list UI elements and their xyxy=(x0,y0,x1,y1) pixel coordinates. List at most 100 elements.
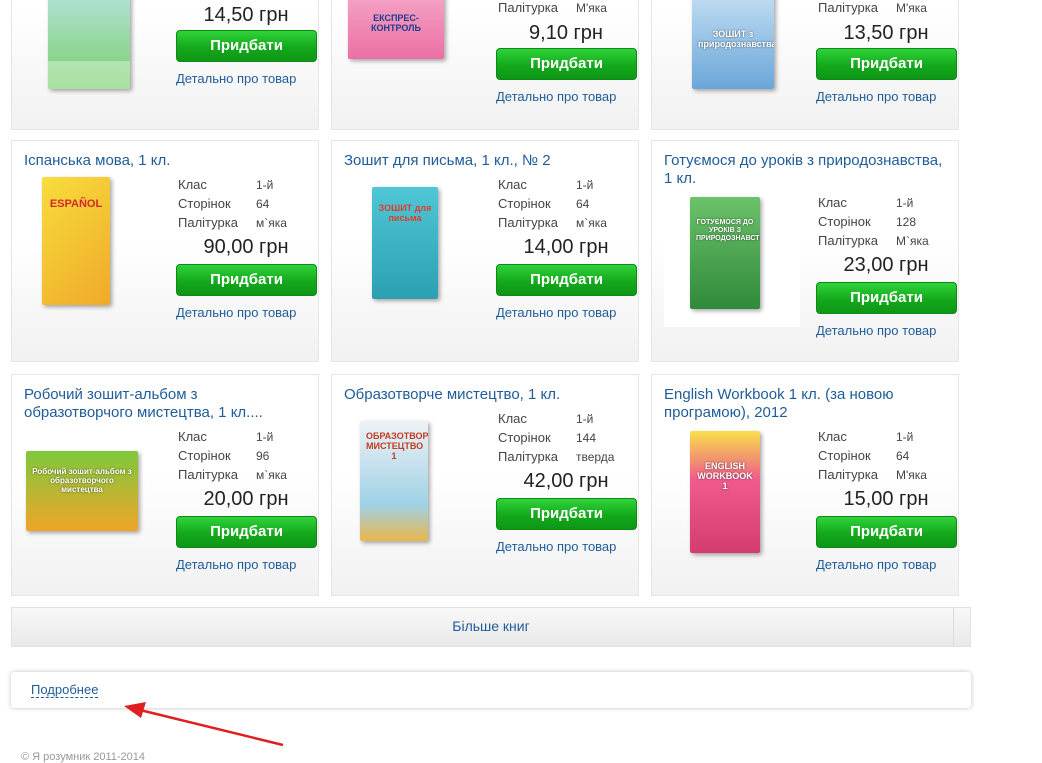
product-card: Робочий зошит-альбом з образотворчого ми… xyxy=(11,374,319,596)
spec-label: Сторінок xyxy=(498,430,551,445)
buy-button[interactable]: Придбати xyxy=(176,516,317,548)
more-books-label: Більше книг xyxy=(452,618,530,634)
buy-button[interactable]: Придбати xyxy=(816,282,957,314)
spec-label: Палітурка xyxy=(818,0,878,15)
product-card: Зошит для письма, 1 кл., № 2 ЗОШИТ для п… xyxy=(331,140,639,362)
product-card: ЗОШИТ з природознавства Палітурка М'яка 1… xyxy=(651,0,959,130)
product-specs: Клас 1-й Сторінок 128 Палітурка М`яка xyxy=(818,193,929,250)
spec-label: Палітурка xyxy=(818,233,878,248)
buy-button[interactable]: Придбати xyxy=(496,498,637,530)
book-cover-image[interactable]: ОБРАЗОТВОРЧЕ МИСТЕЦТВО 1 xyxy=(360,421,428,541)
spec-value: 96 xyxy=(256,449,270,463)
product-specs: Клас 1-й Сторінок 144 Палітурка тверда xyxy=(498,409,614,466)
spec-label: Клас xyxy=(498,177,527,192)
spec-label: Палітурка xyxy=(178,215,238,230)
product-card: Образотворче мистецтво, 1 кл. ОБРАЗОТВОР… xyxy=(331,374,639,596)
spec-value: 1-й xyxy=(576,412,594,426)
book-cover-image[interactable]: ENGLISH WORKBOOK 1 xyxy=(690,431,760,553)
product-specs: Палітурка М'яка xyxy=(498,0,607,17)
product-specs: Клас 1-й Сторінок 64 Палітурка М'яка xyxy=(818,427,927,484)
cover-text: ЗОШИТ з природознавства xyxy=(698,29,774,49)
product-details-link[interactable]: Детально про товар xyxy=(176,305,296,320)
spec-value: М'яка xyxy=(896,468,927,482)
spec-label: Сторінок xyxy=(818,214,871,229)
spec-value: 64 xyxy=(256,197,270,211)
spec-label: Сторінок xyxy=(178,448,231,463)
spec-value: 1-й xyxy=(576,178,594,192)
spec-value: 64 xyxy=(576,197,590,211)
book-cover-image[interactable]: ЗОШИТ для письма xyxy=(372,187,438,299)
book-cover-image[interactable]: ЗОШИТ з природознавства xyxy=(692,0,774,89)
spec-label: Клас xyxy=(498,411,527,426)
product-specs: Палітурка М'яка xyxy=(818,0,927,17)
product-details-link[interactable]: Детально про товар xyxy=(816,557,936,572)
product-details-link[interactable]: Детально про товар xyxy=(496,305,616,320)
cover-text: Робочий зошит-альбом з образотворчого ми… xyxy=(32,467,132,494)
spec-label: Палітурка xyxy=(498,215,558,230)
spec-label: Клас xyxy=(818,195,847,210)
product-title[interactable]: Іспанська мова, 1 кл. xyxy=(24,152,304,170)
cover-text: ОБРАЗОТВОРЧЕ МИСТЕЦТВО 1 xyxy=(366,431,428,461)
spec-value: м`яка xyxy=(256,468,287,482)
spec-value: м`яка xyxy=(256,216,287,230)
product-card: English Workbook 1 кл. (за новою програм… xyxy=(651,374,959,596)
spec-value: м`яка xyxy=(576,216,607,230)
spec-label: Сторінок xyxy=(818,448,871,463)
buy-button[interactable]: Придбати xyxy=(496,48,637,80)
spec-value: 128 xyxy=(896,215,917,229)
cover-text: ESPAÑOL xyxy=(49,198,103,210)
product-details-link[interactable]: Детально про товар xyxy=(176,557,296,572)
spec-value: 1-й xyxy=(256,430,274,444)
product-details-link[interactable]: Детально про товар xyxy=(176,71,296,86)
spec-value: 1-й xyxy=(896,196,914,210)
product-card: Готуємося до уроків з природознавства, 1… xyxy=(651,140,959,362)
spec-value: 1-й xyxy=(256,178,274,192)
book-cover-image[interactable]: ESPAÑOL xyxy=(42,177,110,305)
spec-value: М'яка xyxy=(896,1,927,15)
spec-label: Клас xyxy=(818,429,847,444)
product-title[interactable]: Робочий зошит-альбом з образотворчого ми… xyxy=(24,386,304,422)
product-price: 90,00 грн xyxy=(203,236,289,258)
book-cover-image[interactable] xyxy=(48,0,130,89)
buy-button[interactable]: Придбати xyxy=(496,264,637,296)
buy-button[interactable]: Придбати xyxy=(176,30,317,62)
footer-copyright: © Я розумник 2011-2014 xyxy=(21,751,146,763)
spec-value: М`яка xyxy=(896,234,929,248)
product-details-link[interactable]: Детально про товар xyxy=(496,89,616,104)
product-price: 23,00 грн xyxy=(843,254,929,276)
cover-text: ГОТУЄМОСЯ ДО УРОКІВ З ПРИРОДОЗНАВСТВА xyxy=(696,219,760,242)
product-details-link[interactable]: Детально про товар xyxy=(816,323,936,338)
product-details-link[interactable]: Детально про товар xyxy=(496,539,616,554)
buy-button[interactable]: Придбати xyxy=(816,48,957,80)
divider xyxy=(953,608,954,646)
product-card: 14,50 грн Придбати Детально про товар xyxy=(11,0,319,130)
product-price: 14,50 грн xyxy=(203,4,289,26)
product-price: 15,00 грн xyxy=(843,488,929,510)
book-cover-image[interactable]: ЕКСПРЕС-КОНТРОЛЬ xyxy=(348,0,444,59)
product-card: Іспанська мова, 1 кл. ESPAÑOL Клас 1-й Ст… xyxy=(11,140,319,362)
spec-value: 144 xyxy=(576,431,597,445)
spec-label: Палітурка xyxy=(178,467,238,482)
product-card: ЕКСПРЕС-КОНТРОЛЬ Палітурка М'яка 9,10 грн… xyxy=(331,0,639,130)
more-books-button[interactable]: Більше книг xyxy=(11,607,971,647)
details-link[interactable]: Подробнее xyxy=(31,683,99,698)
spec-value: М'яка xyxy=(576,1,607,15)
cover-text: ЗОШИТ для письма xyxy=(378,203,432,223)
details-panel: Подробнее xyxy=(11,672,971,708)
product-specs: Клас 1-й Сторінок 96 Палітурка м`яка xyxy=(178,427,287,484)
product-title[interactable]: Готуємося до уроків з природознавства, 1… xyxy=(664,152,944,188)
book-cover-image[interactable]: ГОТУЄМОСЯ ДО УРОКІВ З ПРИРОДОЗНАВСТВА xyxy=(690,197,760,309)
product-price: 13,50 грн xyxy=(843,22,929,44)
book-cover-image[interactable]: Робочий зошит-альбом з образотворчого ми… xyxy=(26,451,138,531)
buy-button[interactable]: Придбати xyxy=(176,264,317,296)
spec-label: Сторінок xyxy=(178,196,231,211)
spec-label: Палітурка xyxy=(818,467,878,482)
buy-button[interactable]: Придбати xyxy=(816,516,957,548)
product-title[interactable]: Образотворче мистецтво, 1 кл. xyxy=(344,386,624,404)
product-price: 14,00 грн xyxy=(523,236,609,258)
product-title[interactable]: English Workbook 1 кл. (за новою програм… xyxy=(664,386,944,422)
product-price: 20,00 грн xyxy=(203,488,289,510)
product-specs: Клас 1-й Сторінок 64 Палітурка м`яка xyxy=(178,175,287,232)
product-details-link[interactable]: Детально про товар xyxy=(816,89,936,104)
product-title[interactable]: Зошит для письма, 1 кл., № 2 xyxy=(344,152,624,170)
